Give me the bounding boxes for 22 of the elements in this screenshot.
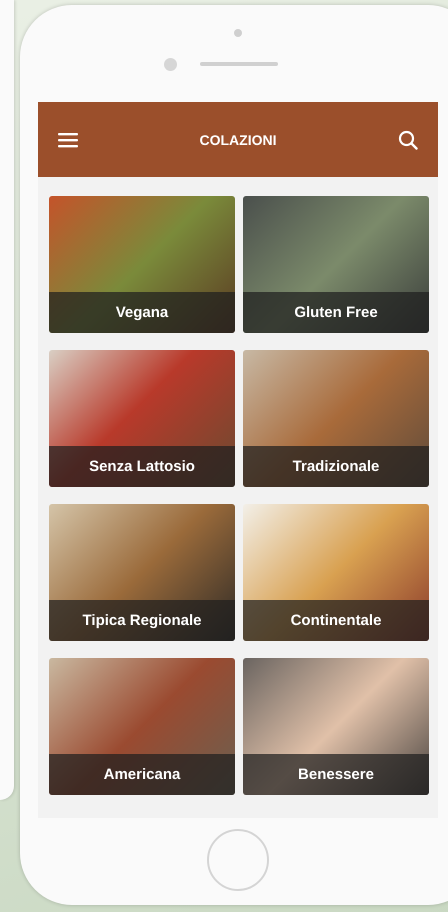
category-label: Tipica Regionale [49,600,235,641]
category-card[interactable]: Benessere [243,658,429,795]
category-card[interactable]: Tradizionale [243,350,429,487]
menu-icon[interactable] [58,132,78,148]
category-label: Benessere [243,754,429,795]
screen-title: COLAZIONI [200,132,276,148]
category-card[interactable]: Continentale [243,504,429,641]
category-card[interactable]: Senza Lattosio [49,350,235,487]
category-card[interactable]: Tipica Regionale [49,504,235,641]
search-icon[interactable] [398,130,418,150]
category-label: Americana [49,754,235,795]
category-label: Senza Lattosio [49,446,235,487]
category-card[interactable]: Americana [49,658,235,795]
category-label: Vegana [49,292,235,333]
category-card[interactable]: Gluten Free [243,196,429,333]
category-card[interactable]: Vegana [49,196,235,333]
category-label: Gluten Free [243,292,429,333]
category-label: Tradizionale [243,446,429,487]
category-label: Continentale [243,600,429,641]
sensor-icon [234,29,242,37]
speaker-icon [200,62,278,66]
camera-icon [164,58,177,71]
